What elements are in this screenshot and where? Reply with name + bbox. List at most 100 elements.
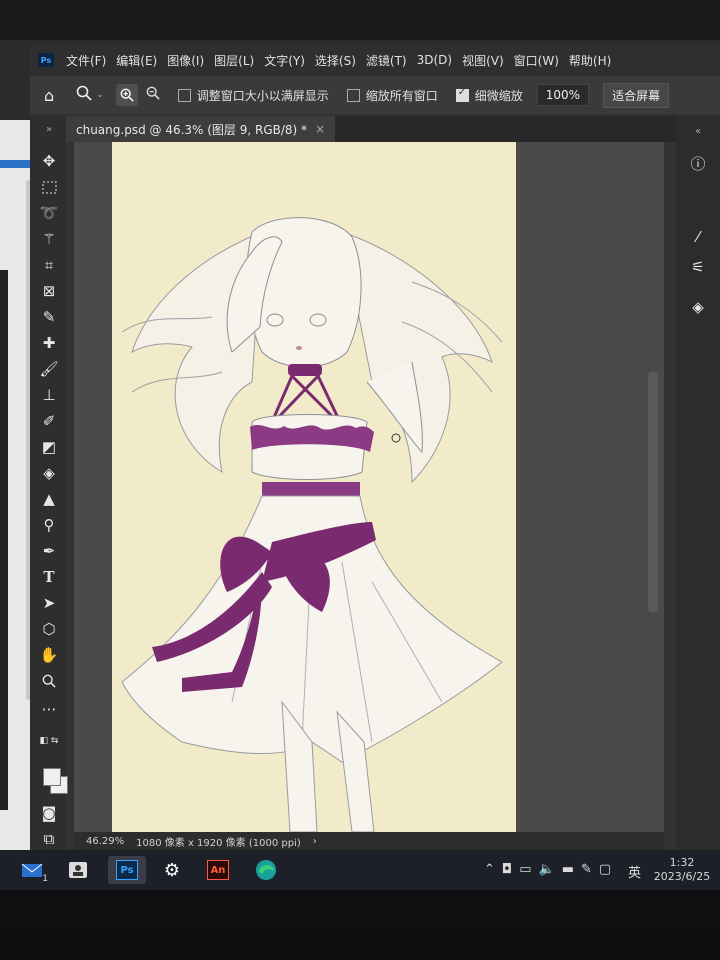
checkbox-unchecked-icon[interactable] — [177, 88, 191, 102]
fit-window-checkbox[interactable]: 调整窗口大小以满屏显示 — [177, 87, 329, 104]
volume-icon[interactable]: 🔈 — [539, 862, 555, 877]
status-arrow-icon[interactable]: › — [313, 836, 317, 847]
home-icon[interactable]: ⌂ — [44, 86, 54, 105]
photoshop-taskbar-button[interactable]: Ps — [108, 856, 146, 884]
photoshop-window: Ps 文件(F) 编辑(E) 图像(I) 图层(L) 文字(Y) 选择(S) 滤… — [30, 44, 720, 850]
edge-browser-icon[interactable] — [252, 856, 280, 884]
type-tool-icon[interactable]: T — [38, 566, 60, 588]
path-selection-tool-icon[interactable]: ➤ — [38, 592, 60, 614]
document-area[interactable] — [74, 142, 664, 833]
menu-bar: Ps 文件(F) 编辑(E) 图像(I) 图层(L) 文字(Y) 选择(S) 滤… — [30, 44, 720, 76]
system-tray: ⌃ ◘ ▭ 🔈 ▬ ✎ ▢ — [484, 862, 611, 877]
contacts-app-icon[interactable] — [64, 856, 92, 884]
brush-settings-icon[interactable]: ⁄ — [687, 226, 709, 248]
lasso-tool-icon[interactable]: ➰ — [38, 202, 60, 224]
dodge-tool-icon[interactable]: ⚲ — [38, 514, 60, 536]
hand-tool-icon[interactable]: ✋ — [38, 644, 60, 666]
checkbox-unchecked-icon[interactable] — [346, 88, 360, 102]
zoom-tool-icon[interactable] — [38, 670, 60, 692]
scrubby-zoom-label: 细微缩放 — [474, 88, 523, 103]
menu-3d[interactable]: 3D(D) — [417, 53, 452, 67]
right-panel-dock: « ⓘ ⁄ ⚟ ◈ — [676, 116, 720, 850]
taskbar: 1 Ps ⚙ An ⌃ ◘ ▭ 🔈 ▬ ✎ ▢ 英 1:32 2023/6/25 — [0, 850, 720, 890]
menu-edit[interactable]: 编辑(E) — [116, 52, 157, 69]
move-tool-icon[interactable]: ✥ — [38, 150, 60, 172]
quick-mask-icon[interactable]: ◙ — [38, 802, 60, 824]
photoshop-logo-icon: Ps — [38, 53, 54, 67]
menu-window[interactable]: 窗口(W) — [514, 52, 559, 69]
menu-select[interactable]: 选择(S) — [315, 52, 356, 69]
clock-date: 2023/6/25 — [653, 870, 711, 883]
artwork-lineart-image — [121, 217, 503, 833]
menu-filter[interactable]: 滤镜(T) — [366, 52, 407, 69]
document-vertical-scrollbar[interactable] — [648, 372, 658, 612]
stamp-tool-icon[interactable]: ⊥ — [38, 384, 60, 406]
settings-gear-icon[interactable]: ⚙ — [158, 856, 186, 884]
menu-file[interactable]: 文件(F) — [66, 52, 106, 69]
tools-panel: » ✥ ➰ ⚚ ⌗ ⊠ ✎ ✚ 🖌 ⊥ ✐ ◩ ◈ ▲ ⚲ ✒ T ➤ ⬡ ✋ … — [30, 116, 68, 850]
magic-wand-tool-icon[interactable]: ⚚ — [38, 228, 60, 250]
pen-tool-icon[interactable]: ✒ — [38, 540, 60, 562]
shape-tool-icon[interactable]: ⬡ — [38, 618, 60, 640]
close-icon[interactable]: × — [315, 122, 325, 136]
document-tab-title: chuang.psd @ 46.3% (图层 9, RGB/8) * — [76, 122, 308, 137]
zoom-in-button[interactable] — [115, 84, 138, 106]
menu-type[interactable]: 文字(Y) — [264, 52, 305, 69]
history-brush-tool-icon[interactable]: ✐ — [38, 410, 60, 432]
adjustments-icon[interactable]: ⚟ — [687, 256, 709, 278]
fit-window-label: 调整窗口大小以满屏显示 — [196, 88, 329, 103]
background-window-dark-strip — [0, 270, 8, 810]
meet-now-icon[interactable]: ◘ — [502, 862, 512, 877]
more-tools-icon[interactable]: ⋯ — [38, 698, 60, 720]
battery-icon[interactable]: ▬ — [562, 862, 574, 877]
healing-brush-tool-icon[interactable]: ✚ — [38, 332, 60, 354]
chevron-up-icon[interactable]: ⌃ — [484, 862, 495, 877]
network-icon[interactable]: ▭ — [519, 862, 531, 877]
blur-tool-icon[interactable]: ▲ — [38, 488, 60, 510]
notification-icon[interactable]: ▢ — [599, 862, 611, 877]
menu-view[interactable]: 视图(V) — [462, 52, 504, 69]
layers-icon[interactable]: ◈ — [687, 296, 709, 318]
zoom-value-field[interactable]: 100% — [536, 84, 590, 106]
frame-tool-icon[interactable]: ⊠ — [38, 280, 60, 302]
clock[interactable]: 1:32 2023/6/25 — [650, 856, 714, 884]
scrubby-zoom-checkbox[interactable]: 细微缩放 — [455, 87, 523, 104]
canvas[interactable] — [112, 142, 516, 833]
marquee-tool-icon[interactable] — [38, 176, 60, 198]
status-zoom[interactable]: 46.29% — [86, 836, 124, 847]
zoom-out-button[interactable] — [146, 86, 160, 104]
photoshop-app-icon: Ps — [116, 860, 138, 880]
animate-taskbar-button[interactable]: An — [204, 856, 232, 884]
eyedropper-tool-icon[interactable]: ✎ — [38, 306, 60, 328]
mail-badge: 1 — [42, 874, 48, 884]
document-tab[interactable]: chuang.psd @ 46.3% (图层 9, RGB/8) * × — [66, 116, 336, 142]
status-document-info: 1080 像素 x 1920 像素 (1000 ppi) — [136, 837, 301, 849]
menu-help[interactable]: 帮助(H) — [569, 52, 611, 69]
zoom-all-windows-checkbox[interactable]: 缩放所有窗口 — [346, 87, 438, 104]
crop-tool-icon[interactable]: ⌗ — [38, 254, 60, 276]
default-colors-icon[interactable]: ◧ ⇆ — [38, 730, 60, 752]
pen-workspace-icon[interactable]: ✎ — [581, 862, 592, 877]
status-bar: 46.29% 1080 像素 x 1920 像素 (1000 ppi) › — [74, 832, 664, 850]
animate-app-icon: An — [207, 860, 229, 880]
document-tab-bar: chuang.psd @ 46.3% (图层 9, RGB/8) * × — [66, 116, 676, 142]
panel-collapse-icon[interactable]: » — [38, 118, 60, 140]
zoom-tool-icon[interactable] — [76, 85, 92, 105]
chevron-down-icon[interactable]: ⌄ — [96, 90, 104, 100]
foreground-color-swatch[interactable] — [43, 768, 61, 786]
screen-mode-icon[interactable]: ⧉ — [38, 828, 60, 850]
fit-screen-button[interactable]: 适合屏幕 — [603, 82, 670, 108]
eraser-tool-icon[interactable]: ◩ — [38, 436, 60, 458]
brush-tool-icon[interactable]: 🖌 — [38, 358, 60, 380]
checkbox-checked-icon[interactable] — [455, 87, 469, 102]
menu-image[interactable]: 图像(I) — [167, 52, 204, 69]
zoom-all-windows-label: 缩放所有窗口 — [365, 88, 438, 103]
clock-time: 1:32 — [669, 856, 695, 869]
mail-app-icon[interactable]: 1 — [18, 856, 48, 884]
input-method-indicator[interactable]: 英 — [628, 862, 641, 881]
paint-bucket-tool-icon[interactable]: ◈ — [38, 462, 60, 484]
menu-layer[interactable]: 图层(L) — [214, 52, 254, 69]
options-bar: ⌂ ⌄ 调整窗口大小以满屏显示 缩放所有窗口 细微缩放 100% 适合屏幕 — [30, 76, 720, 114]
info-panel-icon[interactable]: ⓘ — [687, 152, 709, 174]
panel-collapse-icon[interactable]: « — [687, 120, 709, 142]
